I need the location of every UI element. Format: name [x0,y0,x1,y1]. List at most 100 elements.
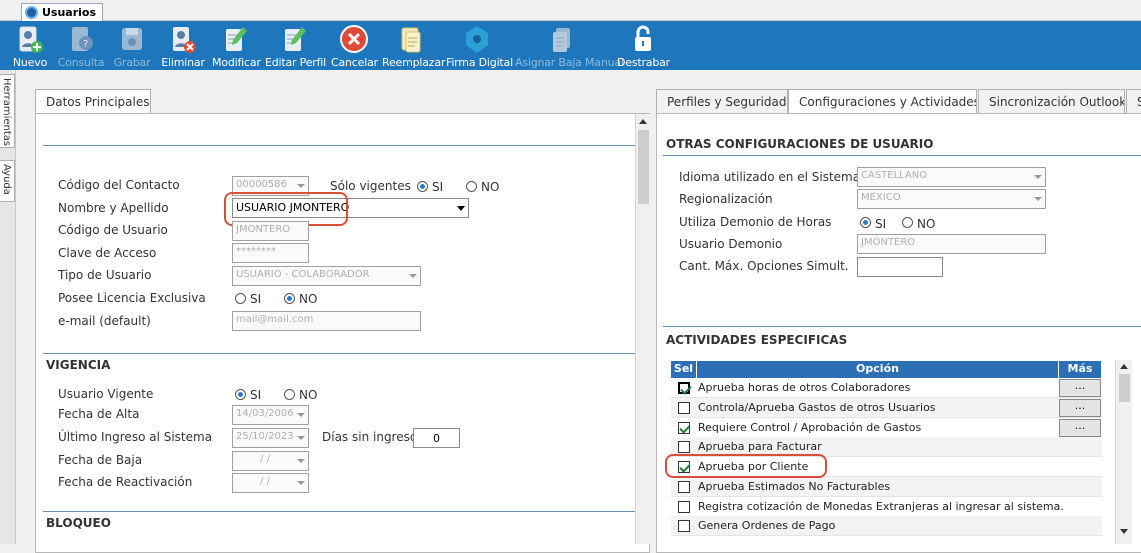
chevron-down-icon [409,274,417,278]
usuarios-window-tab[interactable]: Usuarios [21,3,104,22]
idioma-select[interactable]: CASTELLANO [857,167,1046,187]
codigo-usuario-field[interactable]: JMONTERO [232,221,309,241]
tab-perfiles[interactable]: Perfiles y Seguridad [656,89,788,114]
usuarios-tab-label: Usuarios [42,6,97,19]
row-checkbox[interactable] [678,480,690,493]
tab-sincronizacion-label: Sincronización Outlook [989,95,1125,109]
table-row[interactable]: Requiere Control / Aprobación de Gastos.… [671,418,1102,438]
row-checkbox[interactable] [678,401,690,414]
usuario-vigente-si-radio[interactable] [235,389,246,400]
nuevo-button[interactable]: Nuevo [10,21,50,70]
scroll-up-icon[interactable] [639,119,647,124]
solo-vigentes-no-label: NO [481,180,500,194]
cancelar-button[interactable]: Cancelar [331,21,378,70]
replace-icon [401,27,421,53]
destrabar-label: Destrabar [617,56,670,69]
fecha-baja-label: Fecha de Baja [58,453,143,467]
chevron-down-icon [297,413,305,417]
mas-button[interactable]: ... [1059,379,1101,397]
ayuda-tab[interactable]: Ayuda [0,160,15,202]
tab-configuraciones[interactable]: Configuraciones y Actividades [788,89,977,114]
fecha-reactivacion-field[interactable]: / / [232,473,309,493]
row-checkbox[interactable] [678,500,690,513]
solo-vigentes-label: Sólo vigentes [330,179,411,193]
clave-value: ******** [236,246,276,257]
usuario-demonio-label: Usuario Demonio [679,237,783,251]
row-checkbox[interactable] [678,421,690,434]
email-field[interactable]: mail@mail.com [232,311,421,331]
codigo-contacto-label: Código del Contacto [58,178,180,192]
delete-user-icon [173,27,196,53]
tab-s-label: S [1137,95,1141,109]
idioma-label: Idioma utilizado en el Sistema [679,170,861,184]
modificar-button[interactable]: Modificar [212,21,261,70]
herramientas-tab[interactable]: Herramientas [0,74,15,148]
regionalizacion-select[interactable]: MEXICO [857,189,1046,209]
scroll-up-icon[interactable] [1120,364,1128,369]
licencia-no-radio[interactable] [284,293,295,304]
table-row[interactable]: Aprueba horas de otros Colaboradores... [671,378,1102,398]
destrabar-button[interactable]: Destrabar [617,21,670,70]
email-label: e-mail (default) [58,314,151,328]
tipo-usuario-select[interactable]: USUARIO - COLABORADOR [232,266,421,286]
solo-vigentes-si-radio[interactable] [417,181,428,192]
nombre-label: Nombre y Apellido [58,201,169,215]
dias-sin-ingreso-value: 0 [433,432,440,445]
dias-sin-ingreso-field[interactable]: 0 [413,428,460,448]
tab-s[interactable]: S [1126,89,1141,114]
fecha-alta-field[interactable]: 14/03/2006 [232,405,309,425]
solo-vigentes-no-radio[interactable] [466,181,477,192]
cant-max-label: Cant. Máx. Opciones Simult. [679,259,849,273]
tab-sincronizacion[interactable]: Sincronización Outlook [978,89,1125,114]
demonio-si-radio[interactable] [860,217,871,228]
table-row[interactable]: Aprueba Estimados No Facturables [671,476,1102,497]
usuario-vigente-no-radio[interactable] [284,389,295,400]
left-scrollbar[interactable] [635,114,650,544]
consulta-icon: ? [72,27,93,51]
table-row[interactable]: Genera Ordenes de Pago [671,516,1102,537]
grabar-button[interactable]: Grabar [112,21,152,70]
usuario-vigente-label: Usuario Vigente [58,387,154,401]
asignar-baja-button[interactable]: Asignar Baja Manual [515,21,624,70]
email-value: mail@mail.com [236,314,314,325]
scroll-thumb[interactable] [638,130,649,204]
tipo-usuario-label: Tipo de Usuario [58,268,152,282]
asignar-baja-label: Asignar Baja Manual [515,56,624,69]
firma-digital-button[interactable]: Firma Digital [446,21,513,70]
scroll-thumb[interactable] [1119,374,1130,402]
grid-scrollbar[interactable] [1115,360,1132,544]
table-row[interactable]: Registra cotización de Monedas Extranjer… [671,497,1102,517]
ultimo-ingreso-field[interactable]: 25/10/2023 [232,428,309,448]
table-row[interactable]: Controla/Aprueba Gastos de otros Usuario… [671,397,1102,418]
usuario-demonio-field[interactable]: JMONTERO [857,234,1046,254]
consulta-button[interactable]: ? Consulta [57,21,105,70]
fecha-baja-field[interactable]: / / [232,451,309,471]
editar-perfil-label: Editar Perfil [265,56,326,69]
mas-button[interactable]: ... [1059,418,1101,437]
reemplazar-button[interactable]: Reemplazar [382,21,445,70]
codigo-contacto-value: 00000586 [236,179,287,190]
usuario-demonio-value: JMONTERO [861,237,916,248]
fecha-reactivacion-value: / / [260,476,270,487]
fecha-alta-label: Fecha de Alta [58,407,140,421]
tipo-usuario-value: USUARIO - COLABORADOR [236,269,370,280]
cant-max-field[interactable] [857,257,943,277]
eliminar-button[interactable]: Eliminar [160,21,206,70]
tab-datos-principales[interactable]: Datos Principales [35,89,151,114]
row-checkbox[interactable] [678,441,690,454]
mas-button[interactable]: ... [1059,398,1101,417]
chevron-down-icon [297,481,305,485]
scroll-down-icon[interactable] [1120,529,1128,534]
demonio-no-radio[interactable] [902,217,913,228]
clave-field[interactable]: ******** [232,243,309,263]
divider [43,145,635,146]
vigencia-title: VIGENCIA [46,358,111,372]
grid-header-mas[interactable]: Más [1059,361,1102,378]
editar-perfil-button[interactable]: Editar Perfil [265,21,326,70]
row-checkbox[interactable] [678,520,690,533]
licencia-si-radio[interactable] [235,293,246,304]
grid-header-sel[interactable]: Sel [671,361,697,378]
idioma-value: CASTELLANO [861,170,928,181]
row-checkbox[interactable] [678,382,690,394]
grid-header-opcion[interactable]: Opción [697,361,1059,378]
